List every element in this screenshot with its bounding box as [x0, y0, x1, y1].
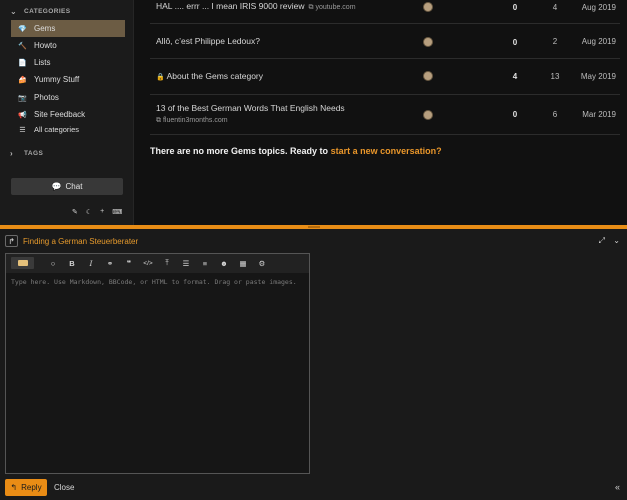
activity-date[interactable]: Aug 2019 [580, 37, 616, 46]
avatar[interactable] [423, 110, 433, 120]
close-button[interactable]: Close [54, 483, 74, 492]
sidebar-footer-tools: ✎ ☾ + ⌨ [72, 208, 122, 216]
code-icon[interactable]: </> [142, 257, 154, 269]
view-count: 6 [552, 110, 558, 119]
plus-icon[interactable]: + [100, 208, 104, 216]
keyboard-icon[interactable]: ⌨ [112, 208, 122, 216]
sidebar-item-all-categories[interactable]: ☰ All categories [11, 121, 125, 138]
bullet-list-icon[interactable]: ☰ [180, 257, 192, 269]
topic-row[interactable]: 13 of the Best German Words That English… [150, 95, 620, 135]
editor: ○ B I ⚭ ❞ </> ⤒ ☰ ≡ ☻ ▦ ⚙ [5, 253, 310, 474]
numbered-list-icon[interactable]: ≡ [199, 257, 211, 269]
camera-icon: 📷 [18, 94, 27, 102]
keyboard-icon[interactable] [11, 257, 34, 269]
diamond-icon: 💎 [18, 25, 27, 33]
tags-heading: TAGS [24, 150, 44, 157]
activity-date[interactable]: Aug 2019 [580, 3, 616, 12]
activity-date[interactable]: May 2019 [580, 72, 616, 81]
avatar[interactable] [423, 37, 433, 47]
moon-icon[interactable]: ☾ [86, 208, 92, 216]
composer-topic-title[interactable]: Finding a German Steuerberater [23, 237, 138, 246]
composer: ↱ Finding a German Steuerberater ⤢ ⌄ ○ B… [0, 229, 627, 500]
tags-section-toggle[interactable]: › TAGS [10, 149, 43, 158]
sidebar-item-gems[interactable]: 💎 Gems [11, 20, 125, 37]
reply-arrow-icon: ↰ [10, 483, 18, 492]
upload-icon[interactable]: ⤒ [161, 257, 173, 269]
reply-count: 0 [512, 38, 518, 47]
reply-action-icon[interactable]: ↱ [5, 235, 18, 247]
no-more-topics-message: There are no more Gems topics. Ready to … [150, 146, 442, 156]
expand-icon[interactable]: ⤢ [599, 236, 605, 246]
external-link-icon: ⧉ [156, 117, 163, 124]
sidebar-item-label: Gems [34, 24, 56, 33]
sidebar: ⌄ CATEGORIES 💎 Gems 🔨 Howto 📄 Lists 🍰 Yu… [0, 0, 134, 226]
brush-icon[interactable]: ✎ [72, 208, 78, 216]
bold-icon[interactable]: B [66, 257, 78, 269]
reply-button[interactable]: ↰ Reply [5, 479, 47, 496]
new-conversation-link[interactable]: start a new conversation? [331, 146, 442, 156]
topic-title[interactable]: 13 of the Best German Words That English… [156, 103, 345, 113]
categories-heading: CATEGORIES [24, 8, 71, 15]
view-count: 13 [550, 72, 560, 81]
reply-count: 0 [512, 3, 518, 12]
document-icon: 📄 [18, 59, 27, 67]
lock-icon: 🔒 [156, 74, 165, 81]
sidebar-item-label: Site Feedback [34, 110, 86, 119]
view-count: 2 [552, 37, 558, 46]
chevron-down-icon: ⌄ [10, 7, 18, 16]
reply-count: 0 [512, 110, 518, 119]
topic-title-text: HAL .... errr ... I mean IRIS 9000 revie… [156, 1, 305, 11]
view-count: 4 [552, 3, 558, 12]
collapse-sidebar-icon[interactable]: « [615, 482, 620, 492]
categories-section-toggle[interactable]: ⌄ CATEGORIES [10, 7, 71, 16]
topic-row[interactable]: HAL .... errr ... I mean IRIS 9000 revie… [150, 0, 620, 24]
reply-button-label: Reply [21, 483, 42, 492]
sidebar-item-label: Photos [34, 93, 59, 102]
sidebar-item-label: Lists [34, 58, 51, 67]
megaphone-icon: 📢 [18, 111, 27, 119]
chat-button[interactable]: 💬 Chat [11, 178, 123, 195]
editor-toolbar: ○ B I ⚭ ❞ </> ⤒ ☰ ≡ ☻ ▦ ⚙ [6, 254, 309, 273]
gear-icon[interactable]: ⚙ [256, 257, 268, 269]
topic-title[interactable]: HAL .... errr ... I mean IRIS 9000 revie… [156, 1, 356, 12]
calendar-icon[interactable]: ▦ [237, 257, 249, 269]
sidebar-item-label: All categories [34, 125, 80, 134]
collapse-chevron-icon[interactable]: ⌄ [613, 236, 620, 245]
sidebar-item-howto[interactable]: 🔨 Howto [11, 37, 125, 54]
no-more-text: There are no more Gems topics. Ready to [150, 146, 331, 156]
topic-row[interactable]: Allô, c’est Philippe Ledoux? 0 2 Aug 201… [150, 24, 620, 59]
topic-link-domain[interactable]: youtube.com [315, 4, 355, 11]
sidebar-item-photos[interactable]: 📷 Photos [11, 89, 125, 106]
activity-date[interactable]: Mar 2019 [580, 110, 616, 119]
sidebar-item-yummy-stuff[interactable]: 🍰 Yummy Stuff [11, 71, 125, 88]
topic-title[interactable]: Allô, c’est Philippe Ledoux? [156, 36, 260, 46]
chat-button-label: Chat [65, 182, 83, 191]
blockquote-icon[interactable]: ❞ [123, 257, 135, 269]
reply-count: 4 [512, 72, 518, 81]
sidebar-item-lists[interactable]: 📄 Lists [11, 54, 125, 71]
sidebar-item-label: Howto [34, 41, 57, 50]
chat-bubble-icon: 💬 [51, 182, 62, 191]
list-icon: ☰ [19, 126, 26, 134]
quote-bubble-icon[interactable]: ○ [47, 257, 59, 269]
chevron-right-icon: › [10, 149, 14, 158]
link-icon[interactable]: ⚭ [104, 257, 116, 269]
topic-title-text: About the Gems category [166, 71, 264, 81]
composer-textarea[interactable] [6, 273, 309, 473]
hammer-icon: 🔨 [18, 42, 27, 50]
cake-icon: 🍰 [18, 76, 27, 84]
emoji-icon[interactable]: ☻ [218, 257, 230, 269]
avatar[interactable] [423, 71, 433, 81]
topic-title[interactable]: 🔒 About the Gems category [156, 71, 263, 81]
topic-link[interactable]: ⧉ fluentin3months.com [156, 117, 228, 125]
sidebar-item-label: Yummy Stuff [34, 75, 80, 84]
italic-icon[interactable]: I [85, 257, 97, 269]
grip-handle-icon [308, 226, 320, 228]
topic-row[interactable]: 🔒 About the Gems category 4 13 May 2019 [150, 59, 620, 95]
topic-link-domain: fluentin3months.com [162, 117, 228, 124]
avatar[interactable] [423, 2, 433, 12]
app: ⌄ CATEGORIES 💎 Gems 🔨 Howto 📄 Lists 🍰 Yu… [0, 0, 627, 500]
